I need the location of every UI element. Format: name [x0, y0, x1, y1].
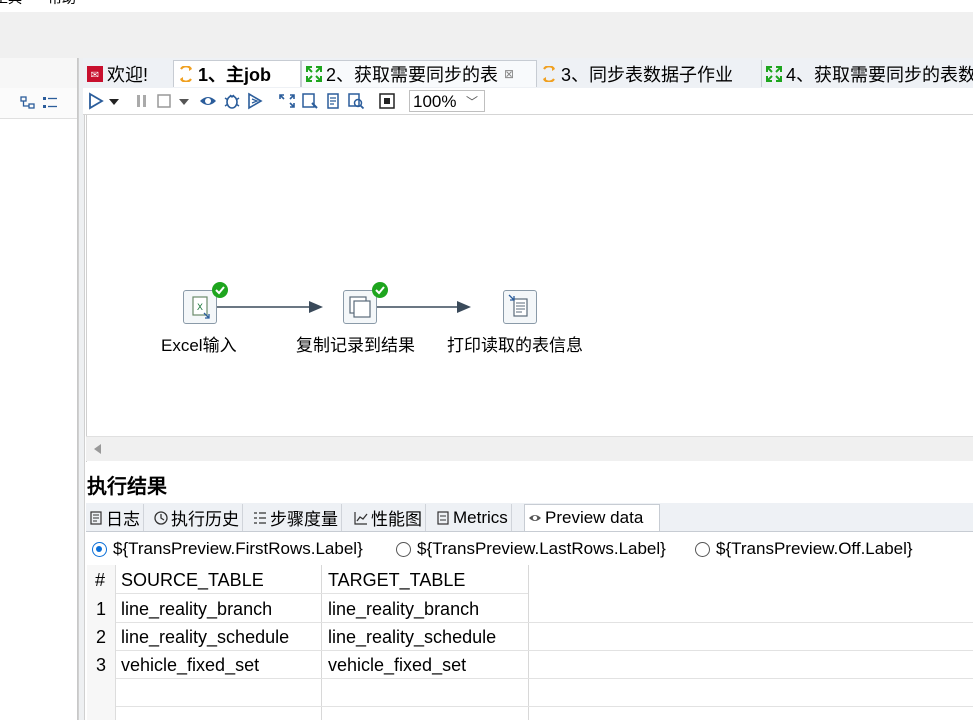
impact-icon[interactable] [301, 92, 319, 110]
success-check-icon [372, 282, 388, 298]
replay-icon[interactable] [246, 92, 264, 110]
node-write-log[interactable] [503, 290, 537, 324]
radio-first-rows-label: ${TransPreview.FirstRows.Label} [113, 539, 363, 558]
preview-data-table: # SOURCE_TABLE TARGET_TABLE 1 line_reali… [87, 565, 973, 720]
menu-bar: 工具 帮助 [0, 0, 973, 12]
show-results-icon[interactable] [378, 92, 396, 110]
tab-performance[interactable]: 性能图 [351, 504, 426, 531]
column-header-source-table[interactable]: SOURCE_TABLE [121, 566, 264, 594]
node-label: 打印读取的表信息 [447, 336, 583, 355]
tab-log[interactable]: 日志 [86, 504, 144, 531]
stop-dropdown-icon[interactable] [177, 92, 191, 110]
job-icon [180, 66, 192, 82]
write-log-icon [508, 294, 528, 317]
preview-options: ${TransPreview.FirstRows.Label} ${TransP… [86, 533, 973, 563]
pause-icon[interactable] [133, 92, 151, 110]
tab-get-sync-tables-label: 2、获取需要同步的表 [326, 65, 499, 85]
tab-main-job[interactable]: 1、主job [173, 60, 301, 87]
success-check-icon [212, 282, 228, 298]
table-cell[interactable]: line_reality_branch [328, 595, 479, 623]
svg-text:✉: ✉ [91, 70, 99, 81]
tab-get-sync-tables-2-label: 4、获取需要同步的表数 [786, 64, 973, 85]
tab-preview-data[interactable]: Preview data [524, 504, 660, 531]
hop-connectors [217, 301, 471, 313]
metrics-icon [437, 510, 449, 525]
tab-get-sync-tables[interactable]: 2、获取需要同步的表 ⊠ [301, 60, 537, 87]
transformation-icon [766, 65, 782, 82]
step-metrics-icon [254, 511, 266, 524]
left-panel [0, 58, 78, 720]
tab-step-metrics[interactable]: 步骤度量 [250, 504, 342, 531]
list-view-icon[interactable] [42, 96, 58, 110]
table-cell[interactable]: vehicle_fixed_set [121, 651, 259, 679]
close-tab-icon[interactable]: ⊠ [504, 67, 514, 81]
tab-metrics[interactable]: Metrics [433, 504, 512, 531]
zoom-value: 100% [413, 92, 457, 111]
radio-off-label: ${TransPreview.Off.Label} [716, 539, 913, 558]
main-toolbar [0, 12, 973, 59]
editor-tab-bar: ✉ 欢迎! 1、主job 2、获取需要同步的表 ⊠ 3、同步表数据子作业 4、获… [83, 58, 973, 89]
table-cell[interactable]: line_reality_schedule [328, 623, 496, 651]
tab-history[interactable]: 执行历史 [151, 504, 243, 531]
tab-step-metrics-label: 步骤度量 [270, 510, 338, 529]
tab-sync-subjob[interactable]: 3、同步表数据子作业 [537, 60, 761, 87]
node-label: Excel输入 [161, 336, 237, 355]
performance-chart-icon [354, 511, 368, 525]
node-label: 复制记录到结果 [296, 336, 415, 355]
log-icon [90, 510, 102, 525]
radio-last-rows-label: ${TransPreview.LastRows.Label} [417, 539, 666, 558]
radio-selected-icon [92, 541, 107, 557]
left-panel-header [0, 58, 77, 89]
results-panel-title: 执行结果 [87, 476, 167, 498]
stop-icon[interactable] [155, 92, 173, 110]
zoom-select[interactable]: 100% ﹀ [409, 90, 485, 112]
tab-preview-data-label: Preview data [545, 508, 644, 527]
left-panel-toolbar [0, 88, 77, 119]
table-cell[interactable]: line_reality_schedule [121, 623, 289, 651]
column-header-target-table[interactable]: TARGET_TABLE [328, 566, 465, 594]
run-dropdown-icon[interactable] [107, 92, 121, 110]
radio-unselected-icon [695, 541, 710, 557]
verify-icon[interactable] [278, 92, 296, 110]
radio-unselected-icon [396, 541, 411, 557]
hierarchy-icon[interactable] [20, 96, 36, 110]
sql-icon[interactable] [324, 92, 342, 110]
canvas-toolbar: 100% ﹀ [83, 88, 973, 115]
chevron-down-icon: ﹀ [465, 95, 478, 109]
tab-welcome-label: 欢迎! [107, 64, 149, 85]
tab-performance-label: 性能图 [371, 510, 422, 529]
tab-main-job-label: 1、主job [198, 65, 272, 85]
row-index: 1 [96, 599, 107, 619]
debug-icon[interactable] [223, 92, 241, 110]
results-tab-bar: 日志 执行历史 步骤度量 性能图 Metrics Preview data [86, 503, 973, 532]
panel-splitter[interactable] [78, 58, 85, 720]
scroll-left-icon[interactable] [92, 443, 102, 455]
radio-off[interactable]: ${TransPreview.Off.Label} [695, 539, 913, 559]
radio-first-rows[interactable]: ${TransPreview.FirstRows.Label} [92, 539, 363, 559]
tab-sync-subjob-label: 3、同步表数据子作业 [561, 64, 734, 85]
table-cell[interactable]: line_reality_branch [121, 595, 272, 623]
tab-log-label: 日志 [106, 510, 140, 529]
tab-get-sync-tables-2[interactable]: 4、获取需要同步的表数 [761, 60, 973, 87]
preview-eye-icon [529, 515, 541, 521]
row-index: 2 [96, 627, 107, 647]
run-icon[interactable] [87, 92, 105, 110]
radio-last-rows[interactable]: ${TransPreview.LastRows.Label} [396, 539, 666, 559]
column-header-index[interactable]: # [95, 566, 105, 594]
tab-welcome[interactable]: ✉ 欢迎! [83, 60, 173, 87]
row-index: 3 [96, 655, 107, 675]
transformation-canvas[interactable]: X Excel输入 复制记录到结果 打印读取的表信息 [86, 115, 973, 462]
canvas-horizontal-scrollbar[interactable] [86, 436, 973, 461]
svg-text:X: X [197, 303, 203, 313]
job-icon [543, 65, 555, 82]
transformation-icon [306, 66, 322, 82]
preview-icon[interactable] [199, 92, 217, 110]
table-cell[interactable]: vehicle_fixed_set [328, 651, 466, 679]
welcome-icon: ✉ [87, 65, 103, 82]
explore-db-icon[interactable] [347, 92, 365, 110]
tab-history-label: 执行历史 [171, 510, 239, 529]
history-icon [154, 510, 168, 525]
tab-metrics-label: Metrics [453, 507, 508, 527]
